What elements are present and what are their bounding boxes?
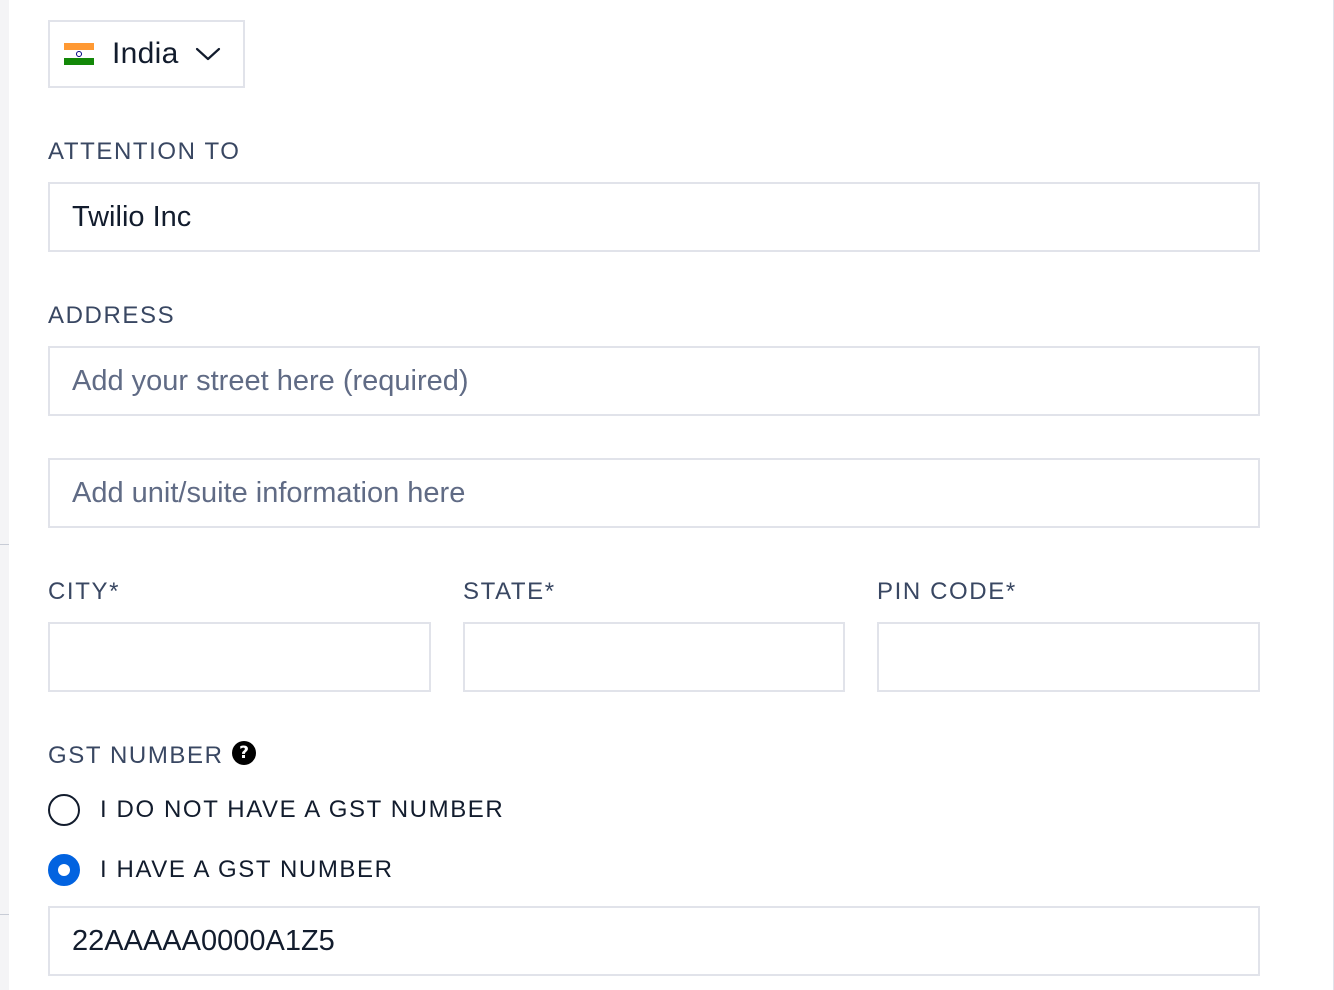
left-gutter	[0, 0, 9, 990]
country-select[interactable]: India	[48, 20, 245, 88]
gutter-divider	[0, 914, 9, 915]
gutter-divider	[0, 544, 9, 545]
pin-code-label: PIN CODE*	[877, 578, 1017, 605]
radio-checked[interactable]	[48, 854, 80, 886]
state-label: STATE*	[463, 578, 556, 605]
city-label: CITY*	[48, 578, 121, 605]
gst-option-no-number[interactable]: I DO NOT HAVE A GST NUMBER	[48, 793, 504, 827]
question-circle-icon[interactable]: ?	[232, 741, 256, 765]
india-flag-icon	[64, 43, 94, 65]
street-input[interactable]	[48, 346, 1260, 416]
billing-address-form: India ATTENTION TO ADDRESS CITY* STATE* …	[0, 0, 1334, 990]
address-label: ADDRESS	[48, 302, 176, 329]
radio-unchecked[interactable]	[48, 794, 80, 826]
gst-number-label: GST NUMBER	[48, 742, 224, 769]
unit-suite-input[interactable]	[48, 458, 1260, 528]
gst-option-has-number[interactable]: I HAVE A GST NUMBER	[48, 853, 394, 887]
gst-number-input[interactable]	[48, 906, 1260, 976]
pin-code-input[interactable]	[877, 622, 1260, 692]
state-input[interactable]	[463, 622, 845, 692]
chevron-down-icon	[195, 47, 220, 61]
attention-to-label: ATTENTION TO	[48, 138, 241, 165]
gst-option-no-number-label: I DO NOT HAVE A GST NUMBER	[100, 796, 505, 823]
city-input[interactable]	[48, 622, 431, 692]
gst-option-has-number-label: I HAVE A GST NUMBER	[100, 856, 394, 883]
attention-to-input[interactable]	[48, 182, 1260, 252]
country-selected-value: India	[112, 37, 179, 70]
